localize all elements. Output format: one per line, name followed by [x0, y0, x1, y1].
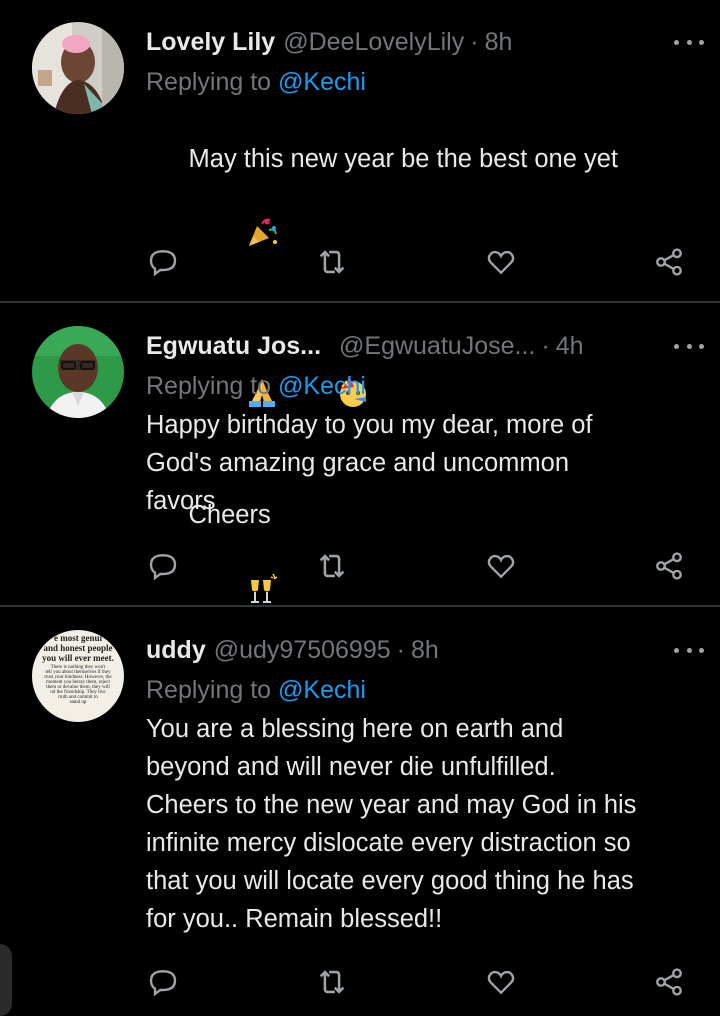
replying-prefix: Replying to [146, 676, 279, 704]
avatar-text: e most genui [54, 633, 102, 643]
tweet-header: Egwuatu Jos... @EgwuatuJose... · 4h [146, 326, 700, 366]
separator-dot: · [396, 635, 405, 664]
tweet-header: uddy @udy97506995 · 8h [146, 630, 700, 670]
share-icon[interactable] [652, 965, 686, 999]
like-icon[interactable] [484, 965, 518, 999]
avatar[interactable] [32, 326, 124, 418]
retweet-icon[interactable] [315, 245, 349, 279]
user-handle[interactable]: @udy97506995 [214, 636, 391, 665]
more-icon[interactable] [674, 30, 704, 54]
reply-icon[interactable] [146, 965, 180, 999]
avatar-text: and honest people [43, 643, 113, 653]
tweet-header: Lovely Lily @DeeLovelyLily · 8h [146, 22, 700, 62]
replying-to: Replying to @Kechi [146, 670, 700, 710]
more-icon[interactable] [674, 638, 704, 662]
timestamp[interactable]: 4h [556, 332, 584, 361]
edge-handle[interactable] [0, 944, 12, 1016]
reply-icon[interactable] [146, 245, 180, 279]
avatar-text: stand up [69, 700, 87, 705]
tweet-text: You are a blessing here on earth and bey… [146, 715, 637, 933]
replying-prefix: Replying to [146, 372, 279, 400]
separator-dot: · [470, 27, 479, 56]
retweet-icon[interactable] [315, 549, 349, 583]
display-name[interactable]: Egwuatu Jos... [146, 332, 321, 361]
tweet-actions [0, 549, 720, 589]
divider [0, 301, 720, 303]
tweet-1[interactable]: Lovely Lily @DeeLovelyLily · 8h Replying… [0, 0, 720, 603]
more-icon[interactable] [674, 334, 704, 358]
avatar-photo [32, 326, 124, 418]
share-icon[interactable] [652, 549, 686, 583]
separator-dot: · [541, 331, 550, 360]
avatar-quote-image: e most genui and honest people you will … [32, 633, 124, 706]
like-icon[interactable] [484, 549, 518, 583]
divider [0, 605, 720, 607]
share-icon[interactable] [652, 245, 686, 279]
display-name[interactable]: Lovely Lily [146, 28, 275, 57]
avatar[interactable] [32, 22, 124, 114]
replying-to: Replying to @Kechi [146, 62, 700, 102]
mention-link[interactable]: @Kechi [278, 372, 366, 400]
reply-icon[interactable] [146, 549, 180, 583]
tweet-actions [0, 965, 720, 1005]
tweet-text-line: May this new year be the best one yet [188, 145, 619, 173]
like-icon[interactable] [484, 245, 518, 279]
tweet-text: Happy birthday to you my dear, more of G… [146, 411, 593, 515]
replying-prefix: Replying to [146, 68, 279, 96]
avatar[interactable]: e most genui and honest people you will … [32, 630, 124, 722]
retweet-icon[interactable] [315, 965, 349, 999]
mention-link[interactable]: @Kechi [278, 676, 366, 704]
timestamp[interactable]: 8h [411, 636, 439, 665]
mention-link[interactable]: @Kechi [278, 68, 366, 96]
replying-to: Replying to @Kechi [146, 366, 700, 406]
tweet-2[interactable]: Egwuatu Jos... @EgwuatuJose... · 4h Repl… [0, 304, 720, 604]
tweet-actions [0, 245, 720, 285]
timestamp[interactable]: 8h [485, 28, 513, 57]
avatar-text: you will ever meet. [42, 653, 114, 663]
display-name[interactable]: uddy [146, 636, 206, 665]
tweet-3[interactable]: e most genui and honest people you will … [0, 608, 720, 1016]
user-handle[interactable]: @EgwuatuJose... [339, 332, 535, 361]
avatar-photo [32, 22, 124, 114]
user-handle[interactable]: @DeeLovelyLily [283, 28, 464, 57]
